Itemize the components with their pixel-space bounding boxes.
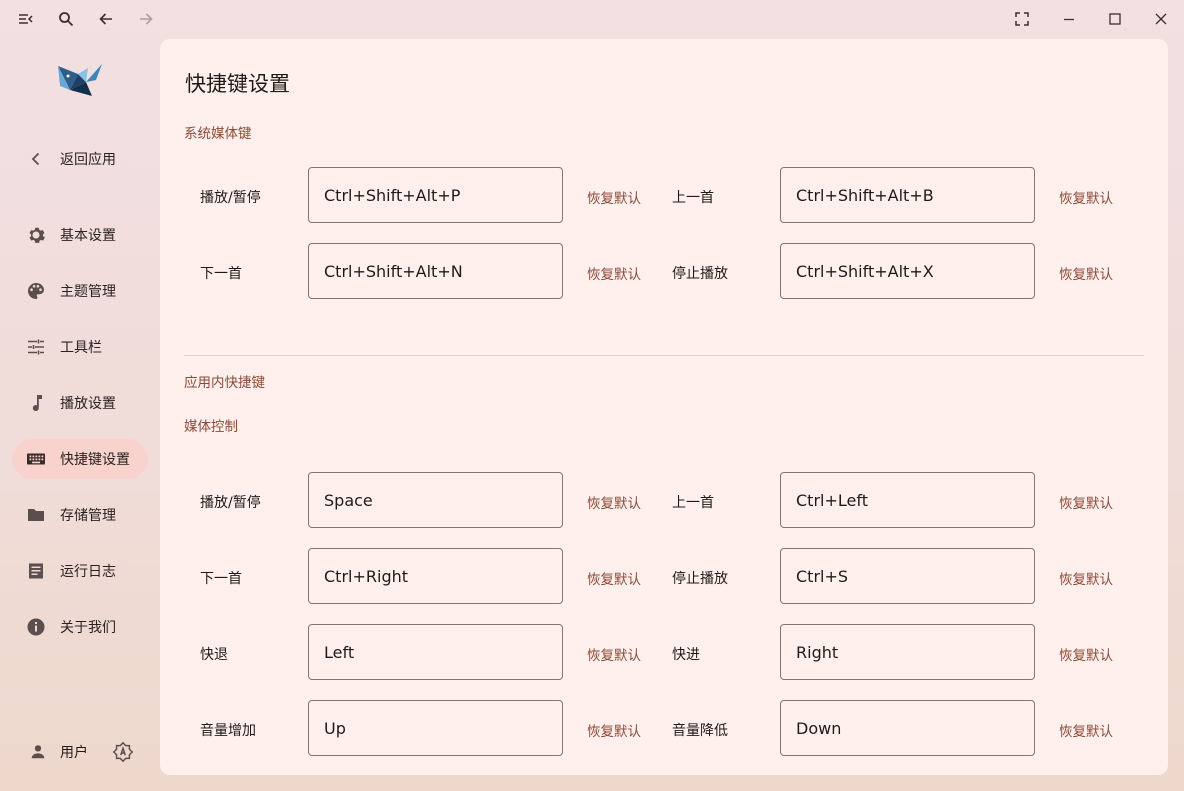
shortcut-label: 上一首	[672, 190, 714, 206]
shortcut-label: 停止播放	[672, 571, 728, 587]
shortcut-input[interactable]: Space	[308, 472, 563, 528]
sidebar-item-label: 运行日志	[60, 564, 116, 580]
sidebar-item-label: 关于我们	[60, 620, 116, 636]
minimize-icon[interactable]	[1056, 6, 1082, 32]
reset-default-button[interactable]: 恢复默认	[587, 492, 641, 512]
reset-default-button[interactable]: 恢复默认	[587, 644, 641, 664]
shortcut-label: 下一首	[200, 571, 242, 587]
shortcut-input[interactable]: Ctrl+Shift+Alt+P	[308, 167, 563, 223]
shortcut-input[interactable]: Ctrl+Shift+Alt+N	[308, 243, 563, 299]
shortcut-input[interactable]: Ctrl+Shift+Alt+X	[780, 243, 1035, 299]
page-title: 快捷键设置	[185, 72, 290, 96]
reset-default-button[interactable]: 恢复默认	[1059, 492, 1113, 512]
shortcut-label: 播放/暂停	[200, 495, 261, 511]
reset-default-button[interactable]: 恢复默认	[587, 720, 641, 740]
music-note-icon	[24, 391, 48, 415]
sidebar-item-label: 基本设置	[60, 228, 116, 244]
reset-default-button[interactable]: 恢复默认	[587, 187, 641, 207]
reset-default-button[interactable]: 恢复默认	[1059, 187, 1113, 207]
shortcut-input[interactable]: Ctrl+S	[780, 548, 1035, 604]
person-icon	[26, 740, 50, 764]
shortcut-label: 音量降低	[672, 723, 728, 739]
reset-default-button[interactable]: 恢复默认	[1059, 720, 1113, 740]
shortcut-input[interactable]: Right	[780, 624, 1035, 680]
section-app-shortcuts: 应用内快捷键	[184, 375, 265, 391]
maximize-icon[interactable]	[1102, 6, 1128, 32]
settings-panel: 快捷键设置 系统媒体键 播放/暂停 Ctrl+Shift+Alt+P 恢复默认 …	[160, 39, 1168, 775]
shortcut-label: 音量增加	[200, 723, 256, 739]
back-to-app-button[interactable]: 返回应用	[12, 139, 148, 179]
shortcut-label: 上一首	[672, 495, 714, 511]
arrow-left-icon[interactable]	[93, 6, 119, 32]
section-divider	[184, 355, 1144, 356]
shortcut-label: 快进	[672, 647, 700, 663]
sidebar-item-label: 主题管理	[60, 284, 116, 300]
sidebar-item-about[interactable]: 关于我们	[12, 607, 148, 647]
shortcut-input[interactable]: Left	[308, 624, 563, 680]
arrow-right-icon[interactable]	[133, 6, 159, 32]
sidebar-item-playback[interactable]: 播放设置	[12, 383, 148, 423]
reset-default-button[interactable]: 恢复默认	[1059, 568, 1113, 588]
close-icon[interactable]	[1148, 6, 1174, 32]
reset-default-button[interactable]: 恢复默认	[587, 568, 641, 588]
shortcut-input[interactable]: Ctrl+Right	[308, 548, 563, 604]
search-icon[interactable]	[53, 6, 79, 32]
document-icon	[24, 559, 48, 583]
sidebar-item-basic-settings[interactable]: 基本设置	[12, 215, 148, 255]
chevron-left-icon	[24, 147, 48, 171]
shortcut-input[interactable]: Ctrl+Left	[780, 472, 1035, 528]
sidebar-item-shortcuts[interactable]: 快捷键设置	[12, 439, 148, 479]
section-system-media-keys: 系统媒体键	[184, 126, 252, 142]
shortcut-label: 停止播放	[672, 266, 728, 282]
app-logo	[52, 60, 108, 104]
sidebar-item-label: 快捷键设置	[60, 452, 130, 468]
reset-default-button[interactable]: 恢复默认	[587, 263, 641, 283]
gear-icon	[24, 223, 48, 247]
shortcut-input[interactable]: Down	[780, 700, 1035, 756]
shortcut-label: 快退	[200, 647, 228, 663]
sidebar-item-theme[interactable]: 主题管理	[12, 271, 148, 311]
shortcut-label: 播放/暂停	[200, 190, 261, 206]
back-to-app-label: 返回应用	[60, 152, 116, 168]
reset-default-button[interactable]: 恢复默认	[1059, 644, 1113, 664]
sidebar: 返回应用 基本设置 主题管理 工具栏 播放设置 快捷键设置 存储管理 运行日志 …	[0, 38, 160, 791]
keyboard-icon	[24, 447, 48, 471]
fullscreen-icon[interactable]	[1009, 6, 1035, 32]
info-icon	[24, 615, 48, 639]
shortcut-label: 下一首	[200, 266, 242, 282]
sidebar-item-logs[interactable]: 运行日志	[12, 551, 148, 591]
sidebar-item-label: 工具栏	[60, 340, 102, 356]
user-button[interactable]: 用户	[26, 740, 88, 764]
shortcut-input[interactable]: Up	[308, 700, 563, 756]
folder-icon	[24, 503, 48, 527]
title-bar	[0, 0, 1184, 38]
sidebar-item-label: 播放设置	[60, 396, 116, 412]
sidebar-item-storage[interactable]: 存储管理	[12, 495, 148, 535]
brightness-auto-icon[interactable]	[110, 739, 136, 765]
tune-icon	[24, 335, 48, 359]
user-label: 用户	[60, 745, 88, 761]
palette-icon	[24, 279, 48, 303]
subsection-media-control: 媒体控制	[184, 419, 238, 435]
reset-default-button[interactable]: 恢复默认	[1059, 263, 1113, 283]
sidebar-item-label: 存储管理	[60, 508, 116, 524]
menu-collapse-icon[interactable]	[13, 6, 39, 32]
shortcut-input[interactable]: Ctrl+Shift+Alt+B	[780, 167, 1035, 223]
sidebar-item-toolbar[interactable]: 工具栏	[12, 327, 148, 367]
